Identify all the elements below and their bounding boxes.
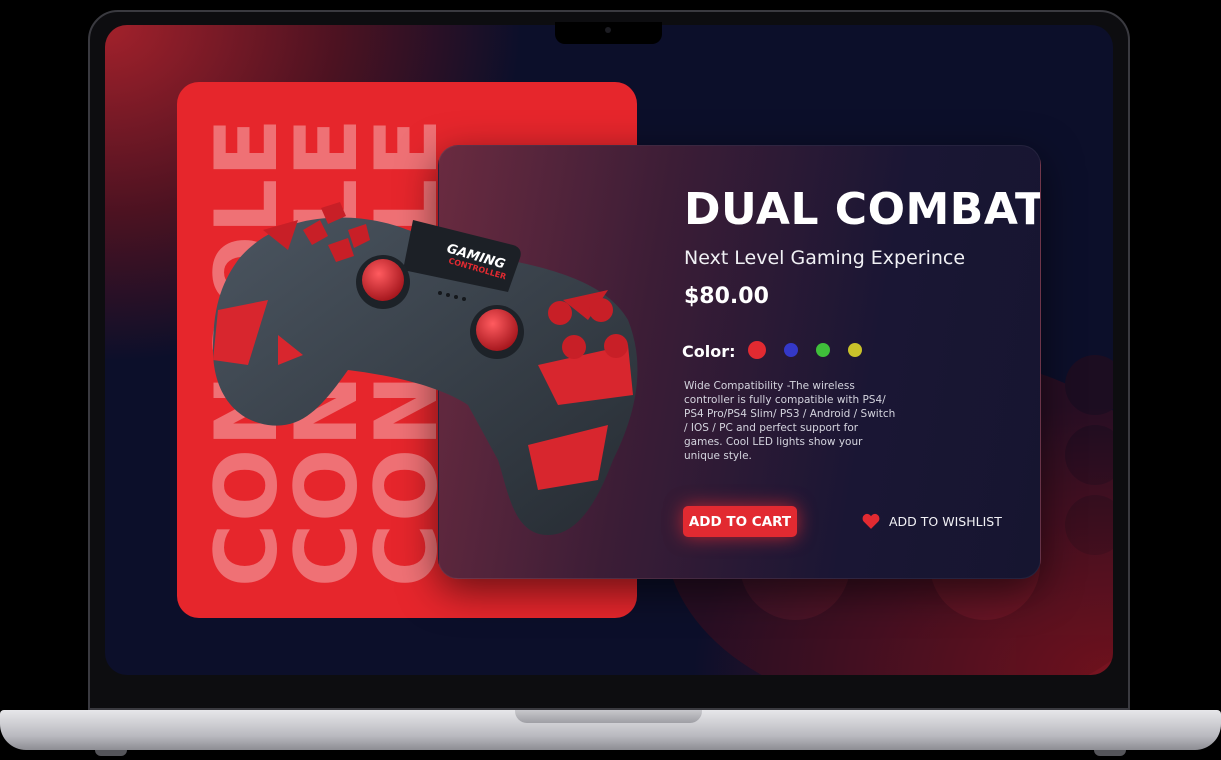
laptop-foot [1094,750,1126,756]
color-swatch-red[interactable] [748,341,766,359]
color-swatch-green[interactable] [816,343,830,357]
color-label: Color: [682,342,736,361]
add-to-cart-button[interactable]: ADD TO CART [683,506,797,537]
color-swatch-yellow[interactable] [848,343,862,357]
heart-icon [862,513,880,529]
product-price: $80.00 [684,284,769,309]
add-to-wishlist-button[interactable]: ADD TO WISHLIST [862,513,1002,529]
trackpad-groove [515,710,702,723]
camera-icon [605,27,611,33]
wishlist-label: ADD TO WISHLIST [889,513,1002,529]
laptop-base [0,710,1221,750]
camera-notch [555,22,662,44]
product-subtitle: Next Level Gaming Experince [684,247,966,269]
gamepad-image: GAMING CONTROLLER [213,202,638,535]
color-swatch-blue[interactable] [784,343,798,357]
product-description: Wide Compatibility -The wireless control… [684,380,896,462]
product-title: DUAL COMBAT [684,184,1041,235]
laptop-foot [95,750,127,756]
